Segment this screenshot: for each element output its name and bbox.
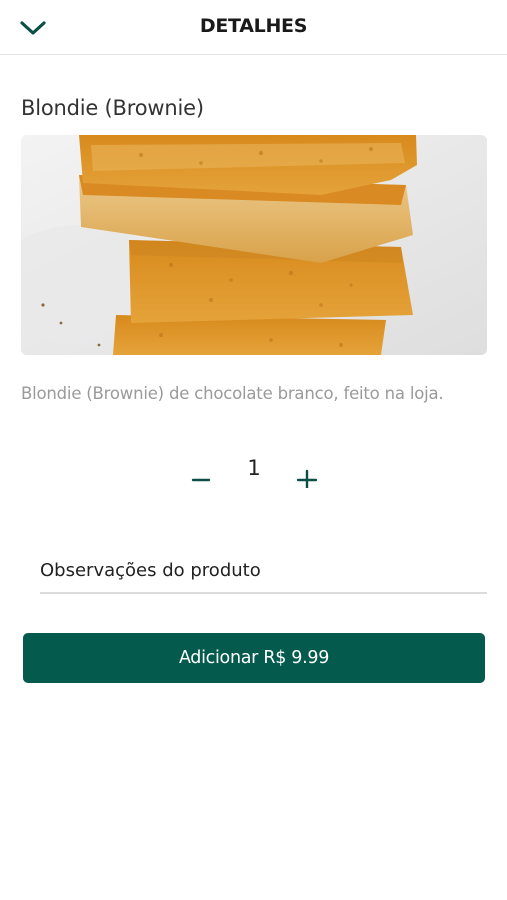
quantity-decrease-button[interactable] [186, 462, 216, 492]
plus-icon [296, 469, 318, 488]
minus-icon [191, 478, 211, 482]
page-title: DETALHES [199, 15, 308, 37]
app-header: DETALHES [0, 0, 507, 55]
product-image [21, 135, 487, 355]
quantity-value: 1 [247, 456, 261, 480]
product-notes-input[interactable] [40, 548, 487, 594]
quantity-increase-button[interactable] [292, 462, 322, 492]
product-name: Blondie (Brownie) [21, 96, 204, 120]
product-description: Blondie (Brownie) de chocolate branco, f… [21, 384, 444, 403]
add-to-cart-button[interactable]: Adicionar R$ 9.99 [23, 633, 485, 683]
